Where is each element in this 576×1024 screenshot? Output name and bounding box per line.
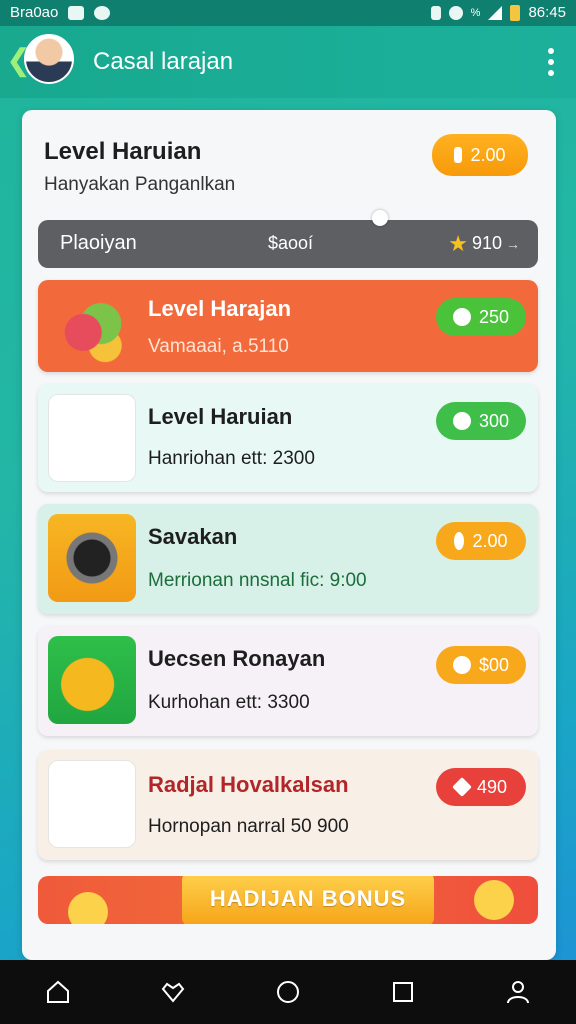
money-bag-icon: [48, 636, 136, 724]
reward-icon: [452, 656, 471, 674]
reward-value: 2.00: [472, 530, 508, 551]
item-title: Radjal Hovalkalsan: [148, 772, 349, 797]
app-bar: ❮ Casal larajan: [0, 26, 576, 98]
more-options-icon[interactable]: [548, 48, 554, 76]
mail-icon: [68, 5, 85, 20]
smiley-icon: [68, 892, 108, 924]
item-subtitle: Vamaaai, a.5110: [148, 336, 289, 357]
star-icon: ★: [448, 230, 468, 256]
character-icon: [48, 394, 136, 482]
item-subtitle: Hornopan narral 50 900: [148, 816, 349, 837]
profile-icon[interactable]: [505, 979, 531, 1005]
list-item[interactable]: Radjal Hovalkalsan Hornopan narral 50 90…: [38, 750, 538, 860]
heart-icon[interactable]: [160, 979, 186, 1005]
reward-value: 490: [476, 776, 508, 797]
item-subtitle: Merrionan nnsnal fic: 9:00: [148, 570, 367, 591]
list-item[interactable]: Level Haruian Hanriohan ett: 2300 300: [38, 384, 538, 492]
coin-count: $aooí: [268, 233, 313, 254]
list-item[interactable]: Level Harajan Vamaaai, a.5110 250: [38, 280, 538, 372]
reward-icon: [452, 777, 472, 797]
item-subtitle: Kurhohan ett: 3300: [148, 692, 310, 713]
points-badge[interactable]: 2.00: [432, 134, 528, 176]
points-value: 2.00: [470, 144, 506, 165]
wifi-icon: [448, 5, 463, 20]
star-count: ★ 910 →: [448, 230, 520, 256]
app-title: Casal larajan: [93, 48, 234, 75]
reward-badge[interactable]: $00: [436, 646, 526, 684]
laughing-emoji-icon: [474, 880, 514, 920]
reward-badge[interactable]: 2.00: [436, 522, 526, 560]
status-bar: Bra0ao % 86:45: [0, 0, 576, 26]
gift-icon: [48, 284, 136, 372]
square-icon[interactable]: [390, 979, 416, 1005]
signal-icon: [488, 5, 503, 20]
reward-icon: [454, 532, 465, 550]
clock: 86:45: [528, 4, 566, 21]
page-subtitle: Hanyakan Panganlkan: [44, 174, 236, 195]
vibrate-icon: [430, 5, 441, 20]
tools-icon: [48, 760, 136, 848]
reward-badge[interactable]: 490: [436, 768, 526, 806]
reward-value: 250: [478, 306, 510, 327]
item-title: Uecsen Ronayan: [148, 646, 326, 671]
list-item[interactable]: Uecsen Ronayan Kurhohan ett: 3300 $00: [38, 626, 538, 736]
carrier-label: Bra0ao: [10, 4, 59, 21]
bonus-banner[interactable]: HADIJAN BONUS: [38, 876, 538, 924]
avatar[interactable]: [24, 34, 74, 84]
signal-label: %: [470, 6, 481, 19]
item-subtitle: Hanriohan ett: 2300: [148, 448, 315, 469]
progress-handle[interactable]: [372, 210, 388, 226]
navigation-bar: [0, 960, 576, 1024]
reward-badge[interactable]: 300: [436, 402, 526, 440]
trophy-icon: [454, 147, 463, 163]
battery-icon: [510, 4, 521, 21]
item-title: Level Harajan: [148, 296, 292, 321]
page-title: Level Haruian: [44, 138, 202, 165]
circle-icon[interactable]: [275, 979, 301, 1005]
arrow-right-icon: →: [506, 235, 520, 252]
list-item[interactable]: Savakan Merrionan nnsnal fic: 9:00 2.00: [38, 504, 538, 614]
camera-icon: [48, 514, 136, 602]
reward-icon: [452, 308, 471, 326]
reward-value: $00: [478, 654, 510, 675]
coin-value: $aooí: [268, 233, 314, 253]
reward-badge[interactable]: 250: [436, 298, 526, 336]
notification-icon: [94, 5, 111, 20]
home-icon[interactable]: [45, 979, 71, 1005]
progress-bar[interactable]: Plaoiyan $aooí ★ 910 →: [38, 220, 538, 268]
bonus-button[interactable]: HADIJAN BONUS: [182, 876, 434, 924]
main-card: Level Haruian Hanyakan Panganlkan 2.00 P…: [22, 110, 556, 960]
reward-icon: [452, 412, 471, 430]
star-value: 910: [471, 233, 502, 253]
item-title: Savakan: [148, 524, 238, 549]
progress-label: Plaoiyan: [60, 232, 137, 254]
item-title: Level Haruian: [148, 404, 293, 429]
reward-value: 300: [478, 410, 510, 431]
